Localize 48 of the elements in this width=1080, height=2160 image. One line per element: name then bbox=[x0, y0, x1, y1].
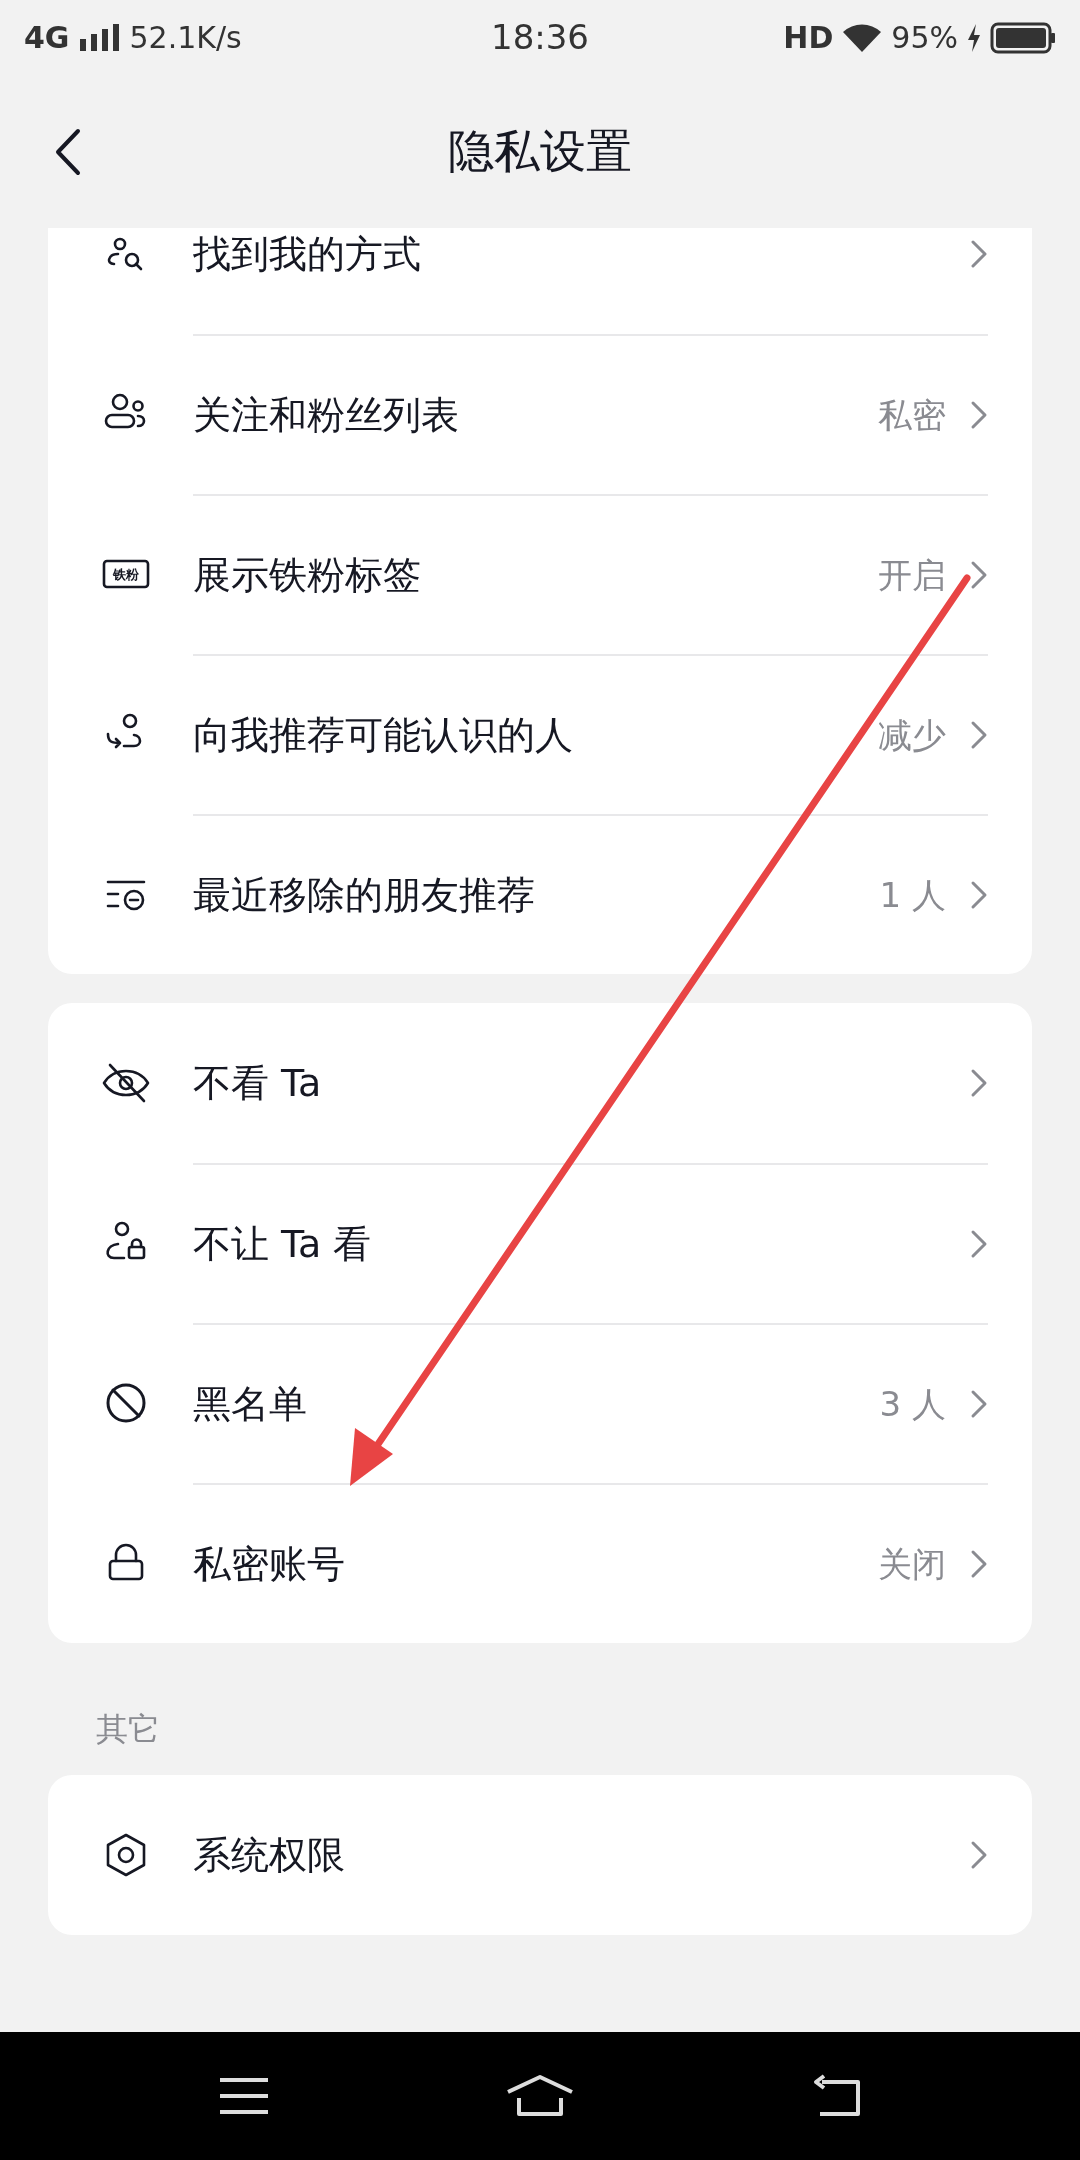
row-label: 系统权限 bbox=[193, 1831, 346, 1879]
row-label: 不让 Ta 看 bbox=[193, 1220, 373, 1268]
row-value: 私密 bbox=[878, 393, 946, 437]
settings-row[interactable]: 不让 Ta 看 bbox=[48, 1163, 1032, 1323]
clock: 18:36 bbox=[491, 16, 589, 59]
chevron-right-icon bbox=[970, 720, 988, 750]
chevron-right-icon bbox=[970, 1229, 988, 1259]
row-value: 3 人 bbox=[879, 1382, 946, 1426]
section-heading: 其它 bbox=[95, 1709, 161, 1750]
row-label: 最近移除的朋友推荐 bbox=[193, 871, 536, 919]
settings-row[interactable]: 找到我的方式 bbox=[48, 228, 1032, 334]
chevron-right-icon bbox=[970, 1840, 988, 1870]
chevron-right-icon bbox=[970, 880, 988, 910]
settings-row[interactable]: 关注和粉丝列表 私密 bbox=[48, 334, 1032, 494]
settings-row[interactable]: 私密账号 关闭 bbox=[48, 1483, 1032, 1643]
row-label: 不看 Ta bbox=[193, 1059, 323, 1107]
row-label: 向我推荐可能认识的人 bbox=[193, 711, 574, 759]
chevron-right-icon bbox=[970, 1549, 988, 1579]
row-value: 开启 bbox=[878, 553, 946, 597]
row-label: 黑名单 bbox=[193, 1380, 308, 1428]
charging-icon bbox=[966, 22, 982, 53]
battery-percent: 95% bbox=[891, 19, 958, 57]
chevron-right-icon bbox=[970, 400, 988, 430]
chevron-right-icon bbox=[970, 239, 988, 269]
settings-row[interactable]: 铁粉 展示铁粉标签 开启 bbox=[48, 494, 1032, 654]
network-type: 4G bbox=[24, 19, 70, 57]
settings-row[interactable]: 系统权限 bbox=[48, 1775, 1032, 1935]
row-value: 关闭 bbox=[878, 1542, 946, 1586]
page-title: 隐私设置 bbox=[448, 123, 632, 180]
row-label: 私密账号 bbox=[193, 1540, 346, 1588]
settings-row[interactable]: 不看 Ta bbox=[48, 1003, 1032, 1163]
settings-row[interactable]: 向我推荐可能认识的人 减少 bbox=[48, 654, 1032, 814]
settings-row[interactable]: 最近移除的朋友推荐 1 人 bbox=[48, 814, 1032, 974]
battery-icon bbox=[990, 20, 1056, 55]
row-value: 减少 bbox=[878, 713, 946, 757]
row-label: 找到我的方式 bbox=[193, 230, 422, 278]
chevron-right-icon bbox=[970, 1068, 988, 1098]
row-label: 关注和粉丝列表 bbox=[193, 391, 460, 439]
chevron-right-icon bbox=[970, 560, 988, 590]
row-value: 1 人 bbox=[879, 873, 946, 917]
menu-icon[interactable] bbox=[217, 2076, 270, 2116]
hd-indicator: HD bbox=[783, 19, 834, 57]
network-speed: 52.1K/s bbox=[129, 19, 242, 57]
back-icon bbox=[55, 127, 81, 176]
chevron-right-icon bbox=[970, 1389, 988, 1419]
row-label: 展示铁粉标签 bbox=[193, 551, 422, 599]
signal-icon bbox=[77, 22, 122, 53]
home-icon[interactable] bbox=[505, 2074, 575, 2118]
